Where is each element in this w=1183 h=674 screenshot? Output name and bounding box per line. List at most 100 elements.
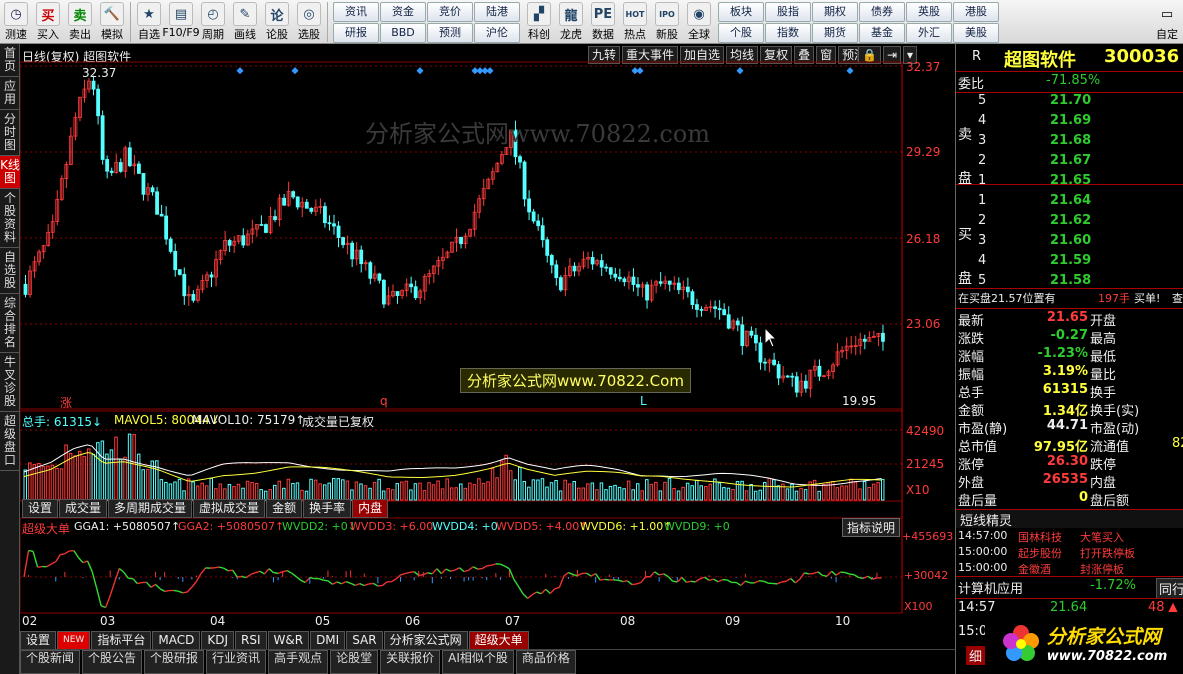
bottom-tab-0[interactable]: 个股新闻 [20,650,81,674]
bottom-tab-2[interactable]: 个股研报 [144,650,205,674]
indicator-tab-4[interactable]: KDJ [201,631,234,650]
mid_buttons2-button-5[interactable]: ◉ 全球 [683,0,715,43]
grid2-cell-5[interactable]: 港股 [953,2,999,22]
grid2-cell-4[interactable]: 英股 [906,2,952,22]
candle [32,256,37,278]
sellbook-row[interactable]: 3 21.68 [956,133,1183,151]
left_buttons-button-2[interactable]: 卖卖出 [64,0,96,43]
buybook-row[interactable]: 1 21.64 [956,193,1183,211]
sellbook-row[interactable]: 4 21.69 [956,113,1183,131]
grid1-cell-5[interactable]: BBD [380,23,426,43]
indicator-segment [468,566,474,571]
marker-zhang: 涨 [60,396,73,410]
candle [853,335,858,356]
grid2-cell-3[interactable]: 债券 [859,2,905,22]
mid_buttons-button-5[interactable]: ◎ 选股 [293,0,325,43]
mid_buttons-button-4[interactable]: 论论股 [261,0,293,43]
bottom-tab-1[interactable]: 个股公告 [82,650,143,674]
indicator-segment [159,588,165,592]
indicator-tab-5[interactable]: RSI [235,631,267,650]
indicator-tab-8[interactable]: SAR [346,631,383,650]
grid1-cell-4[interactable]: 研报 [333,23,379,43]
mid_buttons2-button-3[interactable]: HOT 热点 [619,0,651,43]
buybook-row[interactable]: 4 21.59 [956,253,1183,271]
mid_buttons-button-0[interactable]: ★ 自选 [133,0,165,43]
candle [862,334,867,350]
sellbook-row[interactable]: 5 21.70 [956,93,1183,111]
left_buttons-button-3[interactable]: 🔨 模拟 [96,0,128,43]
grid1-cell-0[interactable]: 资讯 [333,2,379,22]
quote-label-2: 最高 [1090,332,1117,347]
quote-row: 涨跌 -0.27 最高 [956,328,1183,347]
left_buttons-button-label: 买入 [37,28,59,41]
indicator-tab-7[interactable]: DMI [310,631,346,650]
indicator-tab-6[interactable]: W&R [267,631,310,650]
left_buttons-button-0[interactable]: ◷ 测速 [0,0,32,43]
leftnav-item-1[interactable]: 应用 [0,77,20,110]
bottom-tab-3[interactable]: 行业资讯 [206,650,267,674]
grid1-cell-6[interactable]: 预测 [427,23,473,43]
grid2-cell-1[interactable]: 股指 [765,2,811,22]
volume-bar [590,482,595,501]
leftnav-item-7[interactable]: 牛叉诊股 [0,353,20,412]
indicator-segment [472,566,479,570]
volume-tab-1[interactable]: 成交量 [59,499,108,518]
sellbook-row[interactable]: 2 21.67 [956,153,1183,171]
buybook-row[interactable]: 3 21.60 [956,233,1183,251]
grid2-cell-2[interactable]: 期权 [812,2,858,22]
leftnav-item-6[interactable]: 综合排名 [0,294,20,353]
bottom-tab-4[interactable]: 高手观点 [268,650,329,674]
grid2-cell-8[interactable]: 期货 [812,23,858,43]
bottom-tab-8[interactable]: 商品价格 [515,650,576,674]
left_buttons-button-1[interactable]: 买买入 [32,0,64,43]
grid2-cell-6[interactable]: 个股 [718,23,764,43]
sellbook-row[interactable]: 1 21.65 [956,173,1183,191]
volume-tab-0[interactable]: 设置 [22,499,59,518]
bottom-tab-7[interactable]: AI相似个股 [442,650,514,674]
indicator-tab-2[interactable]: 指标平台 [91,631,152,650]
detail-tab[interactable]: 细 [966,646,986,665]
volume-tab-6[interactable]: 内盘 [352,499,389,518]
mid_buttons-button-2[interactable]: ◴ 周期 [197,0,229,43]
mid_buttons2-button-1[interactable]: 龍龙虎 [555,0,587,43]
vol-total-label: 总手: 61315↓ [22,415,103,429]
grid1-cell-7[interactable]: 沪伦 [474,23,520,43]
grid2-cell-0[interactable]: 板块 [718,2,764,22]
grid1-cell-1[interactable]: 资金 [380,2,426,22]
leftnav-item-5[interactable]: 自选股 [0,248,20,294]
volume-tab-2[interactable]: 多周期成交量 [108,499,193,518]
peer-button[interactable]: 同行 [1156,578,1183,599]
mid_buttons2-button-2[interactable]: PE 数据 [587,0,619,43]
mid_buttons-button-3[interactable]: ✎ 画线 [229,0,261,43]
grid2-cell-11[interactable]: 美股 [953,23,999,43]
volume-tab-3[interactable]: 虚拟成交量 [193,499,266,518]
grid1-cell-2[interactable]: 竞价 [427,2,473,22]
buybook-row[interactable]: 2 21.62 [956,213,1183,231]
mid_buttons-button-1[interactable]: ▤ F10/F9 [162,0,200,43]
bottom-tab-6[interactable]: 关联报价 [380,650,441,674]
volume-tab-4[interactable]: 金额 [266,499,303,518]
leftnav-item-3[interactable]: K线图 [0,156,20,189]
leftnav-item-2[interactable]: 分时图 [0,110,20,156]
leftnav-item-8[interactable]: 超级盘口 [0,412,20,471]
grid1-cell-3[interactable]: 陆港 [474,2,520,22]
bottom-tab-5[interactable]: 论股堂 [330,650,379,674]
indicator-segment [658,573,664,576]
grid2-cell-10[interactable]: 外汇 [906,23,952,43]
indicator-tab-3[interactable]: MACD [152,631,201,650]
grid2-cell-9[interactable]: 基金 [859,23,905,43]
indicator-segment [118,567,125,573]
leftnav-item-4[interactable]: 个股资料 [0,189,20,248]
grid2-cell-7[interactable]: 指数 [765,23,811,43]
indicator-help-button[interactable]: 指标说明 [842,518,901,537]
indicator-tab-10[interactable]: 超级大单 [468,631,529,650]
custom-button[interactable]: ▭ 自定 [1151,0,1183,43]
leftnav-item-0[interactable]: 首页 [0,44,20,77]
indicator-tab-0[interactable]: 设置 [20,631,57,650]
volume-tab-5[interactable]: 换手率 [303,499,352,518]
indicator-tab-9[interactable]: 分析家公式网 [383,631,468,650]
order-alert-more[interactable]: 查 [1172,290,1183,306]
mid_buttons2-button-0[interactable]: ▞ 科创 [523,0,555,43]
mid_buttons2-button-4[interactable]: IPO 新股 [651,0,683,43]
indicator-tab-1[interactable]: NEW [57,631,91,650]
